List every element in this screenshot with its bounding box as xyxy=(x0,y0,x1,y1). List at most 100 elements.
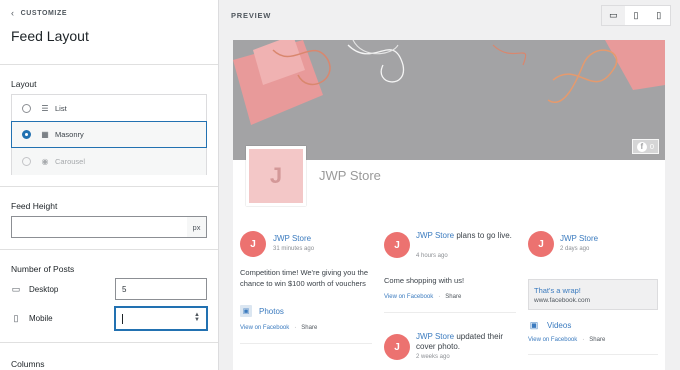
option-label: Carousel xyxy=(55,157,86,166)
avatar-letter: J xyxy=(269,163,283,188)
avatar-letter: J xyxy=(394,239,400,251)
post-avatar[interactable]: J xyxy=(240,231,266,257)
avatar-letter: J xyxy=(538,238,544,250)
page-avatar[interactable]: J xyxy=(246,146,306,206)
mobile-row-label: ▯ Mobile xyxy=(11,313,53,324)
list-icon: ☰ xyxy=(41,104,49,113)
radio-button[interactable] xyxy=(22,104,31,113)
videos-attachment[interactable]: ▣ Videos xyxy=(528,319,572,331)
carousel-icon: ◉ xyxy=(41,157,49,166)
cover-photo: f 0 xyxy=(233,40,665,160)
page-name[interactable]: JWP Store xyxy=(319,168,381,183)
desktop-row-label: ▭ Desktop xyxy=(11,284,59,295)
tablet-preview-button[interactable]: ▯ xyxy=(625,6,648,25)
feed-height-input[interactable] xyxy=(11,216,188,238)
avatar-letter: J xyxy=(394,341,400,353)
back-label: CUSTOMIZE xyxy=(20,9,68,17)
divider xyxy=(0,249,218,250)
mobile-label: Mobile xyxy=(29,314,53,323)
cover-image xyxy=(233,40,665,160)
view-on-facebook-link[interactable]: View on Facebook xyxy=(240,325,289,331)
desktop-icon: ▭ xyxy=(11,284,21,294)
separator-dot: · xyxy=(582,337,585,343)
post-avatar[interactable]: J xyxy=(528,231,554,257)
share-link[interactable]: Share xyxy=(445,294,461,300)
tablet-icon: ▯ xyxy=(633,10,639,20)
text-cursor xyxy=(122,313,123,324)
post-time: 4 hours ago xyxy=(416,253,448,259)
photo-icon: ▣ xyxy=(240,305,252,317)
option-label: Masonry xyxy=(55,130,84,139)
photos-attachment[interactable]: ▣ Photos xyxy=(240,305,284,317)
post-meta: View on Facebook · Share xyxy=(384,294,461,300)
desktop-icon: ▭ xyxy=(609,10,618,20)
number-stepper[interactable]: ▲ ▼ xyxy=(194,312,200,323)
radio-button[interactable] xyxy=(22,157,31,166)
device-switcher: ▭ ▯ ▯ xyxy=(601,5,671,26)
share-link[interactable]: Share xyxy=(301,325,317,331)
layout-option-masonry[interactable]: ▦ Masonry xyxy=(11,121,207,148)
chevron-left-icon: ‹ xyxy=(11,8,15,18)
number-of-posts-label: Number of Posts xyxy=(11,264,75,274)
post-author[interactable]: JWP Store xyxy=(273,234,311,244)
layout-label: Layout xyxy=(11,79,37,89)
video-icon: ▣ xyxy=(529,319,539,330)
customizer-sidebar: ‹ CUSTOMIZE Feed Layout Layout ☰ List ▦ … xyxy=(0,0,219,370)
radio-button[interactable] xyxy=(22,130,31,139)
media-label: Videos xyxy=(547,320,572,330)
post-action: plans to go live. xyxy=(454,231,512,240)
desktop-label: Desktop xyxy=(29,285,59,294)
link-url: www.facebook.com xyxy=(534,297,590,304)
post-author[interactable]: JWP Store xyxy=(416,231,454,240)
separator-dot: · xyxy=(438,294,441,300)
panel-title: Feed Layout xyxy=(11,28,89,44)
view-on-facebook-link[interactable]: View on Facebook xyxy=(528,337,577,343)
view-on-facebook-link[interactable]: View on Facebook xyxy=(384,294,433,300)
feed-height-label: Feed Height xyxy=(11,201,58,211)
masonry-icon: ▦ xyxy=(41,130,49,139)
post-meta: View on Facebook · Share xyxy=(528,337,605,343)
layout-options: ☰ List ▦ Masonry ◉ Carousel xyxy=(11,94,207,175)
post-time: 31 minutes ago xyxy=(273,246,315,252)
feed-preview: f 0 J JWP Store J JWP Store 31 minutes a… xyxy=(233,40,665,370)
desktop-preview-button[interactable]: ▭ xyxy=(602,6,625,25)
preview-label: PREVIEW xyxy=(231,11,272,20)
layout-option-carousel[interactable]: ◉ Carousel xyxy=(12,148,206,175)
back-to-customize-button[interactable]: ‹ CUSTOMIZE xyxy=(11,8,67,18)
layout-option-list[interactable]: ☰ List xyxy=(12,95,206,122)
post-time: 2 days ago xyxy=(560,246,590,252)
post-avatar[interactable]: J xyxy=(384,334,410,360)
facebook-icon: f xyxy=(636,141,647,152)
post-author-line: JWP Store updated their cover photo. xyxy=(416,332,516,352)
link-preview-card[interactable]: That's a wrap! www.facebook.com xyxy=(528,279,658,310)
mobile-preview-button[interactable]: ▯ xyxy=(647,6,670,25)
separator-dot: · xyxy=(294,325,297,331)
share-link[interactable]: Share xyxy=(589,337,605,343)
post-author-line: JWP Store plans to go live. xyxy=(416,231,516,241)
px-suffix: px xyxy=(187,216,207,238)
post-author[interactable]: JWP Store xyxy=(416,332,454,341)
post-avatar[interactable]: J xyxy=(384,232,410,258)
divider xyxy=(528,354,658,355)
post-author[interactable]: JWP Store xyxy=(560,234,598,244)
mobile-icon: ▯ xyxy=(13,313,19,323)
post-text: Come shopping with us! xyxy=(384,276,465,285)
desktop-posts-input[interactable]: 5 xyxy=(115,278,207,300)
divider xyxy=(240,343,372,344)
likes-count: 0 xyxy=(649,142,654,151)
avatar-letter: J xyxy=(250,238,256,250)
divider xyxy=(384,312,516,313)
post-text: Competition time! We're giving you the c… xyxy=(240,268,369,288)
divider xyxy=(0,342,218,343)
post-meta: View on Facebook · Share xyxy=(240,325,317,331)
option-label: List xyxy=(55,104,67,113)
columns-label: Columns xyxy=(11,359,45,369)
link-title: That's a wrap! xyxy=(534,286,581,295)
mobile-posts-input[interactable]: ▲ ▼ xyxy=(115,307,207,330)
likes-badge: f 0 xyxy=(631,139,659,154)
divider xyxy=(0,186,218,187)
post-time: 2 weeks ago xyxy=(416,354,450,360)
mobile-icon: ▯ xyxy=(656,10,662,20)
divider xyxy=(0,64,218,65)
media-label: Photos xyxy=(259,306,284,316)
